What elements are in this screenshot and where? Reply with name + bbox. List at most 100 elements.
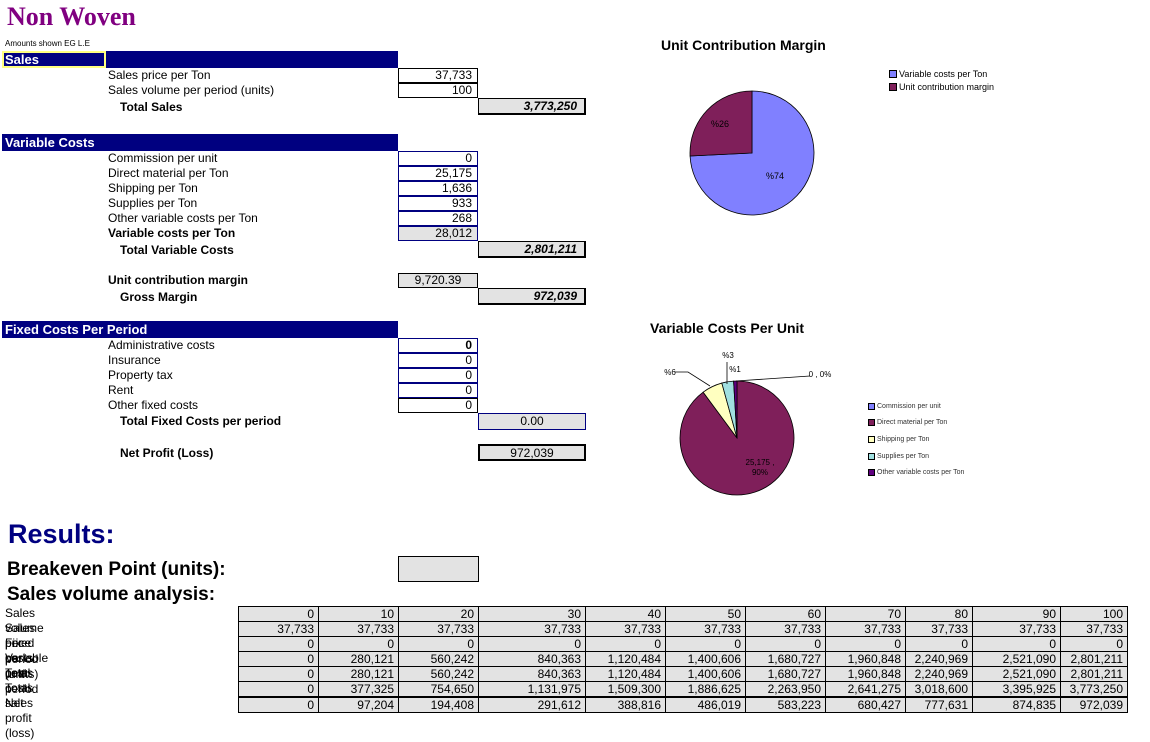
table-cell[interactable]: 90: [972, 606, 1061, 622]
table-cell[interactable]: 1,120,484: [585, 651, 666, 667]
table-cell[interactable]: 560,242: [398, 666, 479, 682]
table-cell[interactable]: 377,325: [318, 681, 399, 698]
table-cell[interactable]: 972,039: [1060, 696, 1128, 713]
table-cell[interactable]: 0: [905, 636, 973, 652]
table-cell[interactable]: 37,733: [972, 621, 1061, 637]
table-cell[interactable]: 37,733: [398, 621, 479, 637]
table-cell[interactable]: 194,408: [398, 696, 479, 713]
table-cell[interactable]: 0: [665, 636, 746, 652]
table-cell[interactable]: 37,733: [745, 621, 826, 637]
table-cell[interactable]: 560,242: [398, 651, 479, 667]
table-cell[interactable]: 37,733: [318, 621, 399, 637]
table-cell[interactable]: 1,509,300: [585, 681, 666, 698]
table-cell[interactable]: 1,960,848: [825, 666, 906, 682]
breakeven-cell[interactable]: [398, 556, 479, 582]
net-profit-cell[interactable]: 972,039: [478, 444, 586, 461]
table-cell[interactable]: 280,121: [318, 666, 399, 682]
sales-header[interactable]: Sales: [2, 51, 398, 68]
property-tax-cell[interactable]: 0: [398, 368, 478, 383]
table-cell[interactable]: 0: [238, 666, 319, 682]
insurance-cell[interactable]: 0: [398, 353, 478, 368]
other-fixed-cell[interactable]: 0: [398, 398, 478, 413]
table-cell[interactable]: 1,680,727: [745, 651, 826, 667]
table-cell[interactable]: 0: [238, 651, 319, 667]
table-cell[interactable]: 2,521,090: [972, 651, 1061, 667]
table-cell[interactable]: 840,363: [478, 666, 586, 682]
table-cell[interactable]: 0: [238, 606, 319, 622]
table-cell[interactable]: 2,801,211: [1060, 651, 1128, 667]
table-cell[interactable]: 37,733: [905, 621, 973, 637]
gross-margin-cell[interactable]: 972,039: [478, 288, 586, 305]
rent-cell[interactable]: 0: [398, 383, 478, 398]
variable-per-ton-cell[interactable]: 28,012: [398, 226, 478, 241]
table-cell[interactable]: 37,733: [478, 621, 586, 637]
table-cell[interactable]: 80: [905, 606, 973, 622]
table-cell[interactable]: 280,121: [318, 651, 399, 667]
table-cell[interactable]: 97,204: [318, 696, 399, 713]
table-cell[interactable]: 2,521,090: [972, 666, 1061, 682]
table-cell[interactable]: 100: [1060, 606, 1128, 622]
table-cell[interactable]: 37,733: [585, 621, 666, 637]
table-cell[interactable]: 680,427: [825, 696, 906, 713]
table-cell[interactable]: 0: [398, 636, 479, 652]
table-cell[interactable]: 0: [972, 636, 1061, 652]
table-cell[interactable]: 40: [585, 606, 666, 622]
table-cell[interactable]: 486,019: [665, 696, 746, 713]
table-cell[interactable]: 37,733: [1060, 621, 1128, 637]
admin-costs-cell[interactable]: 0: [398, 338, 478, 353]
table-cell[interactable]: 0: [238, 681, 319, 698]
table-cell[interactable]: 0: [1060, 636, 1128, 652]
table-cell[interactable]: 840,363: [478, 651, 586, 667]
direct-material-cell[interactable]: 25,175: [398, 166, 478, 181]
table-cell[interactable]: 0: [745, 636, 826, 652]
other-variable-cell[interactable]: 268: [398, 211, 478, 226]
table-cell[interactable]: 3,018,600: [905, 681, 973, 698]
table-cell[interactable]: 37,733: [665, 621, 746, 637]
table-cell[interactable]: 1,680,727: [745, 666, 826, 682]
table-cell[interactable]: 2,263,950: [745, 681, 826, 698]
total-variable-cell[interactable]: 2,801,211: [478, 241, 586, 258]
table-cell[interactable]: 30: [478, 606, 586, 622]
table-cell[interactable]: 0: [238, 636, 319, 652]
shipping-cell[interactable]: 1,636: [398, 181, 478, 196]
table-cell[interactable]: 37,733: [238, 621, 319, 637]
table-cell[interactable]: 1,960,848: [825, 651, 906, 667]
table-cell[interactable]: 0: [238, 696, 319, 713]
table-cell[interactable]: 754,650: [398, 681, 479, 698]
table-cell[interactable]: 0: [318, 636, 399, 652]
table-cell[interactable]: 1,131,975: [478, 681, 586, 698]
table-cell[interactable]: 1,886,625: [665, 681, 746, 698]
total-fixed-cell[interactable]: 0.00: [478, 413, 586, 430]
fixed-costs-header[interactable]: Fixed Costs Per Period: [2, 321, 398, 338]
table-cell[interactable]: 70: [825, 606, 906, 622]
sales-price-cell[interactable]: 37,733: [398, 68, 478, 83]
table-cell[interactable]: 0: [585, 636, 666, 652]
table-cell[interactable]: 50: [665, 606, 746, 622]
table-cell[interactable]: 777,631: [905, 696, 973, 713]
ucm-cell[interactable]: 9,720.39: [398, 273, 478, 288]
total-sales-cell[interactable]: 3,773,250: [478, 98, 586, 115]
table-cell[interactable]: 1,400,606: [665, 651, 746, 667]
table-cell[interactable]: 20: [398, 606, 479, 622]
table-cell[interactable]: 37,733: [825, 621, 906, 637]
table-cell[interactable]: 3,773,250: [1060, 681, 1128, 698]
supplies-cell[interactable]: 933: [398, 196, 478, 211]
table-cell[interactable]: 1,120,484: [585, 666, 666, 682]
table-cell[interactable]: 583,223: [745, 696, 826, 713]
table-cell[interactable]: 388,816: [585, 696, 666, 713]
table-cell[interactable]: 3,395,925: [972, 681, 1061, 698]
sales-volume-cell[interactable]: 100: [398, 83, 478, 98]
table-cell[interactable]: 2,641,275: [825, 681, 906, 698]
table-cell[interactable]: 10: [318, 606, 399, 622]
selected-cell[interactable]: [2, 51, 106, 68]
table-cell[interactable]: 2,240,969: [905, 651, 973, 667]
table-cell[interactable]: 1,400,606: [665, 666, 746, 682]
table-cell[interactable]: 874,835: [972, 696, 1061, 713]
table-cell[interactable]: 0: [825, 636, 906, 652]
variable-costs-header[interactable]: Variable Costs: [2, 134, 398, 151]
table-cell[interactable]: 291,612: [478, 696, 586, 713]
table-cell[interactable]: 2,240,969: [905, 666, 973, 682]
table-cell[interactable]: 2,801,211: [1060, 666, 1128, 682]
table-cell[interactable]: 60: [745, 606, 826, 622]
commission-cell[interactable]: 0: [398, 151, 478, 166]
